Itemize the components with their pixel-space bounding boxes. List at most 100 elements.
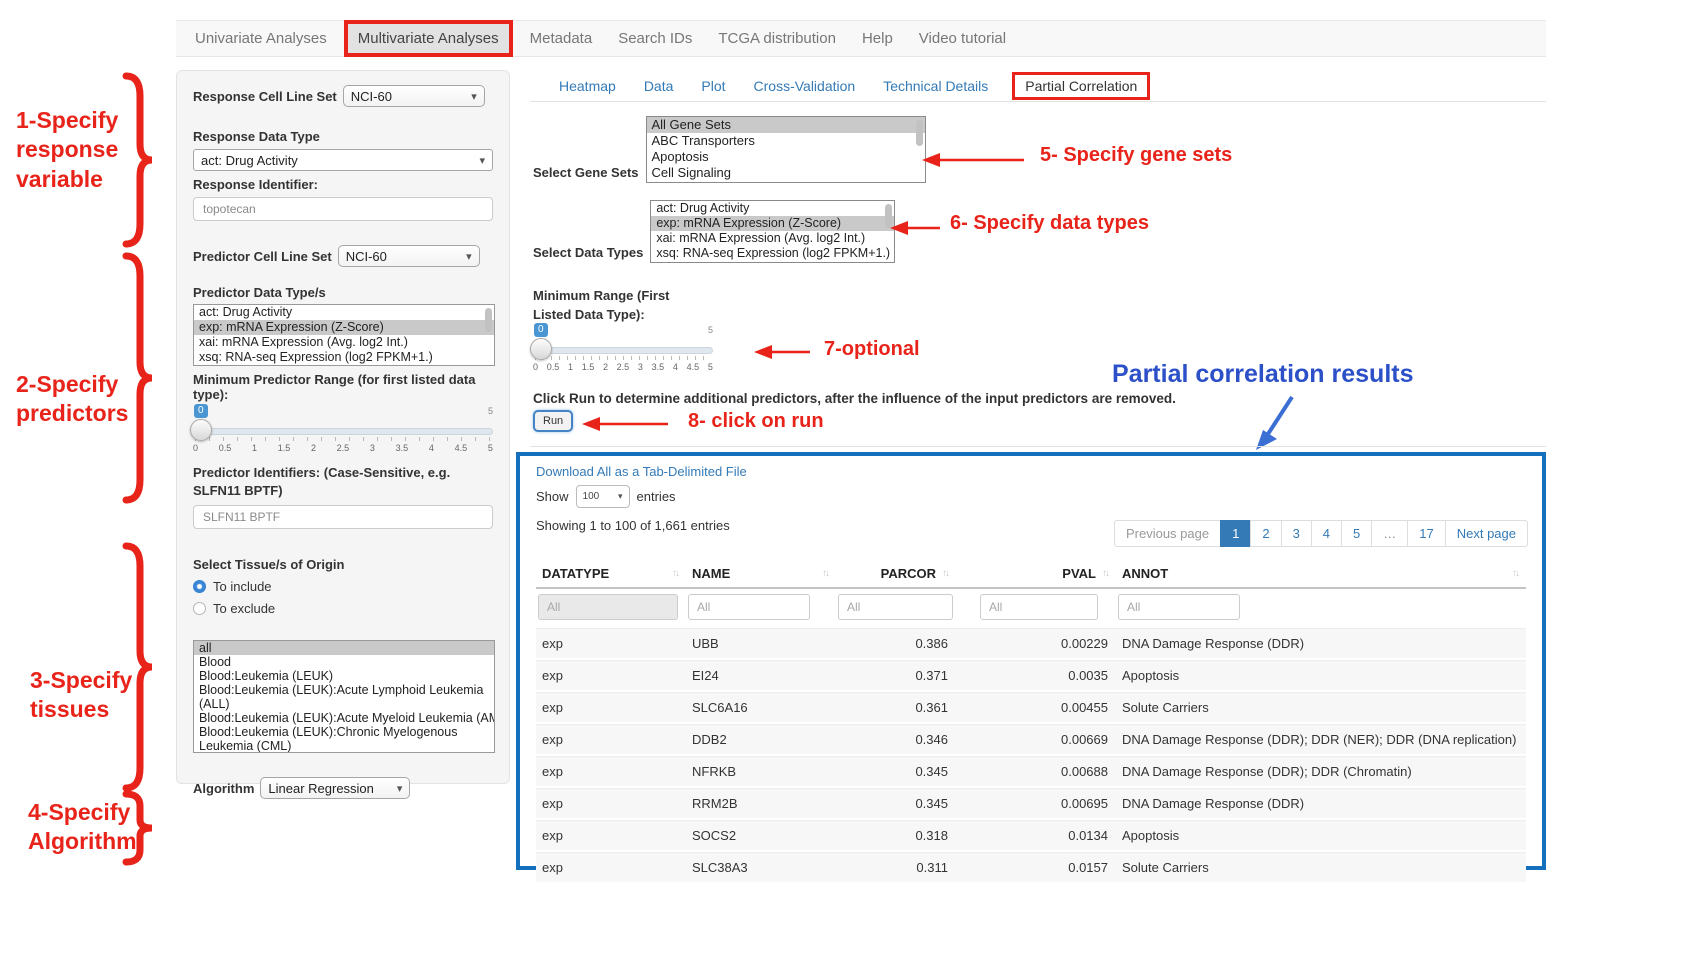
nav-help[interactable]: Help xyxy=(849,30,906,47)
column-header-datatype[interactable]: DATATYPE↑↓ xyxy=(536,560,686,587)
download-link[interactable]: Download All as a Tab-Delimited File xyxy=(536,464,1526,479)
annotation-step2: 2-Specify predictors xyxy=(16,370,128,429)
filter-name[interactable] xyxy=(688,594,810,620)
tab-plot[interactable]: Plot xyxy=(687,72,739,100)
page-button-17[interactable]: 17 xyxy=(1407,520,1445,547)
list-option-selected[interactable]: exp: mRNA Expression (Z-Score) xyxy=(194,320,494,335)
slider-handle[interactable] xyxy=(530,338,552,360)
list-option[interactable]: act: Drug Activity xyxy=(194,305,494,320)
list-option[interactable]: ABC Transporters xyxy=(647,133,925,149)
slider-max-label: 5 xyxy=(708,325,713,335)
list-option[interactable]: act: Drug Activity xyxy=(651,201,894,216)
next-page-button[interactable]: Next page xyxy=(1445,520,1528,547)
run-button[interactable]: Run xyxy=(533,410,573,432)
result-tabs: Heatmap Data Plot Cross-Validation Techn… xyxy=(545,72,1150,100)
page-button-4[interactable]: 4 xyxy=(1311,520,1342,547)
section-divider xyxy=(530,446,1546,447)
response-data-type-select[interactable]: act: Drug Activity ▾ xyxy=(193,149,493,171)
min-range-slider[interactable]: 0 5 00.511.522.533.544.55 xyxy=(533,333,713,379)
table-row[interactable]: expDDB20.3460.00669DNA Damage Response (… xyxy=(536,724,1526,756)
slider-track[interactable] xyxy=(193,428,493,435)
predictor-identifiers-label: Predictor Identifiers: (Case-Sensitive, … xyxy=(193,464,493,499)
top-navbar: Univariate Analyses Multivariate Analyse… xyxy=(176,20,1546,57)
table-row[interactable]: expSOCS20.3180.0134Apoptosis xyxy=(536,820,1526,852)
tab-partial-correlation[interactable]: Partial Correlation xyxy=(1012,72,1150,100)
nav-tcga-distribution[interactable]: TCGA distribution xyxy=(705,30,849,47)
table-row[interactable]: expSLC6A160.3610.00455Solute Carriers xyxy=(536,692,1526,724)
list-option[interactable]: Blood:Leukemia (LEUK):Acute Lymphoid Leu… xyxy=(194,683,494,711)
partial-correlation-results-heading: Partial correlation results xyxy=(1112,360,1414,389)
tissue-listbox[interactable]: all Blood Blood:Leukemia (LEUK) Blood:Le… xyxy=(193,640,495,753)
sort-icon[interactable]: ↑↓ xyxy=(822,568,828,579)
page-button-1[interactable]: 1 xyxy=(1220,520,1251,547)
list-option-selected[interactable]: exp: mRNA Expression (Z-Score) xyxy=(651,216,894,231)
list-option[interactable]: xsq: RNA-seq Expression (log2 FPKM+1.) xyxy=(194,350,494,365)
radio-unchecked-icon[interactable] xyxy=(193,602,206,615)
list-option[interactable]: xai: mRNA Expression (Avg. log2 Int.) xyxy=(194,335,494,350)
page-button-3[interactable]: 3 xyxy=(1281,520,1312,547)
input-panel: Response Cell Line Set NCI-60 ▾ Response… xyxy=(176,70,510,784)
table-row[interactable]: expRRM2B0.3450.00695DNA Damage Response … xyxy=(536,788,1526,820)
slider-handle[interactable] xyxy=(190,419,212,441)
slider-track[interactable] xyxy=(533,347,713,354)
list-option[interactable]: xai: mRNA Expression (Avg. log2 Int.) xyxy=(651,231,894,246)
table-row[interactable]: expEI240.3710.0035Apoptosis xyxy=(536,660,1526,692)
algorithm-select[interactable]: Linear Regression ▾ xyxy=(260,777,410,799)
nav-video-tutorial[interactable]: Video tutorial xyxy=(906,30,1019,47)
list-option[interactable]: xsq: RNA-seq Expression (log2 FPKM+1.) xyxy=(651,246,894,261)
radio-checked-icon[interactable] xyxy=(193,580,206,593)
gene-sets-listbox[interactable]: All Gene Sets ABC Transporters Apoptosis… xyxy=(646,116,926,183)
tissue-exclude-radio-row[interactable]: To exclude xyxy=(193,601,493,616)
pagination-ellipsis: … xyxy=(1371,520,1408,547)
page-button-2[interactable]: 2 xyxy=(1250,520,1281,547)
tab-cross-validation[interactable]: Cross-Validation xyxy=(740,72,870,100)
predictor-identifiers-input[interactable] xyxy=(193,505,493,529)
nav-metadata[interactable]: Metadata xyxy=(517,30,606,47)
predictor-cell-line-select[interactable]: NCI-60 ▾ xyxy=(338,245,480,267)
list-option[interactable]: Apoptosis xyxy=(647,149,925,165)
sort-icon[interactable]: ↑↓ xyxy=(1102,568,1108,579)
list-option[interactable]: Blood:Leukemia (LEUK):Chronic Myelogenou… xyxy=(194,725,494,753)
scrollbar[interactable] xyxy=(485,308,492,332)
table-row[interactable]: expUBB0.3860.00229DNA Damage Response (D… xyxy=(536,628,1526,660)
tabs-divider xyxy=(530,101,1546,102)
table-row[interactable]: expNFRKB0.3450.00688DNA Damage Response … xyxy=(536,756,1526,788)
page: Univariate Analyses Multivariate Analyse… xyxy=(0,0,1700,956)
sort-icon[interactable]: ↑↓ xyxy=(672,568,678,579)
list-option[interactable]: Blood:Leukemia (LEUK) xyxy=(194,669,494,683)
column-header-parcor[interactable]: PARCOR↑↓ xyxy=(836,560,956,587)
page-button-5[interactable]: 5 xyxy=(1341,520,1372,547)
list-option[interactable]: Cell Signaling xyxy=(647,165,925,181)
list-option-selected[interactable]: all xyxy=(194,641,494,655)
table-row[interactable]: expSLC38A30.3110.0157Solute Carriers xyxy=(536,852,1526,884)
nav-multivariate-analyses[interactable]: Multivariate Analyses xyxy=(344,20,513,57)
tab-heatmap[interactable]: Heatmap xyxy=(545,72,630,100)
nav-univariate-analyses[interactable]: Univariate Analyses xyxy=(182,30,340,47)
column-header-annot[interactable]: ANNOT↑↓ xyxy=(1116,560,1526,587)
page-size-select[interactable]: 100 ▾ xyxy=(576,485,630,508)
data-types-listbox[interactable]: act: Drug Activity exp: mRNA Expression … xyxy=(650,200,895,263)
tab-data[interactable]: Data xyxy=(630,72,688,100)
column-header-pval[interactable]: PVAL↑↓ xyxy=(956,560,1116,587)
response-identifier-input[interactable] xyxy=(193,197,493,221)
list-option[interactable]: Blood:Leukemia (LEUK):Acute Myeloid Leuk… xyxy=(194,711,494,725)
column-header-name[interactable]: NAME↑↓ xyxy=(686,560,836,587)
predictor-data-types-listbox[interactable]: act: Drug Activity exp: mRNA Expression … xyxy=(193,304,495,366)
filter-parcor[interactable] xyxy=(838,594,953,620)
brace-step1 xyxy=(118,72,158,248)
chevron-down-icon: ▾ xyxy=(471,90,477,103)
nav-search-ids[interactable]: Search IDs xyxy=(605,30,705,47)
tab-technical-details[interactable]: Technical Details xyxy=(869,72,1002,100)
filter-pval[interactable] xyxy=(980,594,1098,620)
sort-icon[interactable]: ↑↓ xyxy=(942,568,948,579)
min-predictor-range-slider[interactable]: 0 5 00.511.522.533.544.55 xyxy=(193,414,493,460)
response-cell-line-select[interactable]: NCI-60 ▾ xyxy=(343,85,485,107)
scrollbar[interactable] xyxy=(916,120,923,146)
list-option-selected[interactable]: All Gene Sets xyxy=(647,117,925,133)
previous-page-button[interactable]: Previous page xyxy=(1114,520,1221,547)
list-option[interactable]: Blood xyxy=(194,655,494,669)
tissue-include-radio-row[interactable]: To include xyxy=(193,579,493,594)
sort-icon[interactable]: ↑↓ xyxy=(1512,568,1518,579)
filter-annot[interactable] xyxy=(1118,594,1240,620)
filter-datatype[interactable] xyxy=(538,594,678,620)
